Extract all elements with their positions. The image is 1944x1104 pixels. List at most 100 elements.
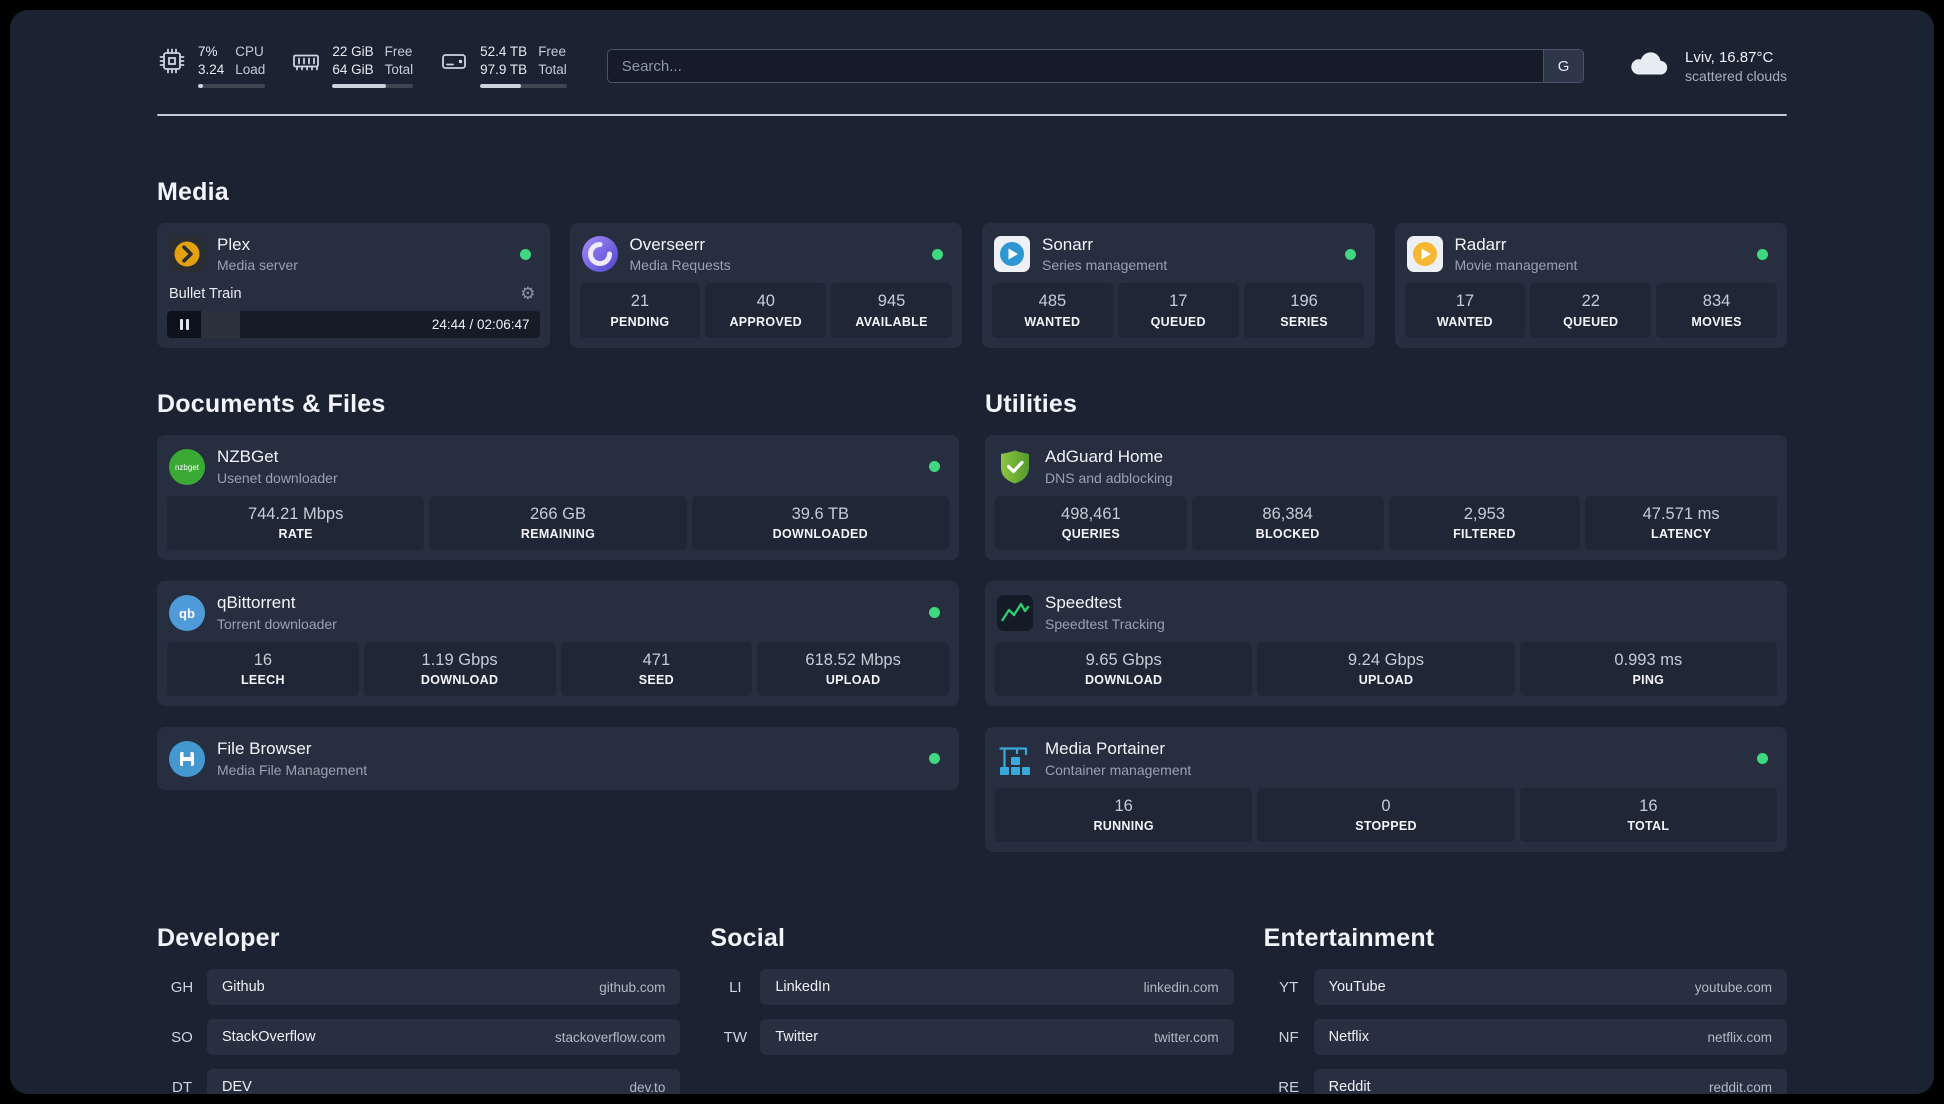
app-name: NZBGet — [217, 447, 279, 467]
playback-time: 24:44 / 02:06:47 — [431, 317, 530, 333]
stat-tile: 16 RUNNING — [995, 787, 1253, 843]
stat-tile: 16 LEECH — [167, 641, 359, 697]
app-subtitle: Series management — [1042, 257, 1168, 274]
memory-progress-bar — [332, 84, 414, 89]
stat-label: SEED — [638, 673, 674, 688]
app-subtitle: Movie management — [1454, 257, 1578, 274]
sonarr-icon — [994, 236, 1030, 273]
search-input[interactable] — [607, 50, 1544, 83]
stat-label: QUEUED — [1563, 315, 1619, 330]
dashboard-page: 7% 3.24 CPU Load 22 GiB 64 GiB Free Tota… — [10, 10, 1934, 1094]
stat-value: 618.52 Mbps — [805, 650, 901, 669]
stat-tile: 9.24 Gbps UPLOAD — [1257, 641, 1515, 697]
bookmark-linkedin[interactable]: LI LinkedIn linkedin.com — [710, 969, 1234, 1006]
stat-label: APPROVED — [729, 315, 803, 330]
pause-button[interactable] — [167, 311, 201, 339]
stat-label: QUERIES — [1061, 527, 1121, 542]
stat-label: PENDING — [610, 315, 670, 330]
service-card-qbittorrent[interactable]: qb qBittorrent Torrent downloader 16 LEEC… — [157, 581, 959, 707]
bookmark-domain: dev.to — [629, 1079, 666, 1094]
bookmark-abbr: GH — [170, 978, 194, 996]
app-name: qBittorrent — [217, 593, 296, 613]
stat-label: QUEUED — [1150, 315, 1206, 330]
service-card-radarr[interactable]: Radarr Movie management 17 WANTED 22 QUEUE… — [1394, 223, 1787, 349]
app-name: Overseerr — [629, 235, 706, 255]
bookmark-name: Github — [222, 979, 265, 996]
app-name: AdGuard Home — [1045, 447, 1164, 467]
status-dot — [929, 753, 940, 765]
stat-tile: 196 SERIES — [1243, 283, 1365, 339]
bookmark-twitter[interactable]: TW Twitter twitter.com — [710, 1019, 1234, 1056]
memory-label-bottom: Total — [384, 61, 414, 77]
cpu-load: 3.24 — [198, 61, 225, 77]
service-card-nzbget[interactable]: nzbget NZBGet Usenet downloader 744.21 M… — [157, 435, 959, 561]
stat-tile: 21 PENDING — [579, 283, 701, 339]
stat-value: 471 — [642, 650, 671, 669]
app-name: Radarr — [1454, 235, 1507, 255]
app-subtitle: Container management — [1045, 761, 1192, 778]
bookmark-youtube[interactable]: YT YouTube youtube.com — [1264, 969, 1787, 1006]
disk-labels: Free Total — [538, 44, 567, 77]
status-dot — [519, 248, 531, 260]
disk-free: 52.4 TB — [480, 44, 528, 59]
bookmark-stackoverflow[interactable]: SO StackOverflow stackoverflow.com — [157, 1019, 681, 1056]
search-bar: G — [606, 49, 1585, 84]
bookmark-dev[interactable]: DT DEV dev.to — [157, 1069, 681, 1094]
stat-tile: 0.993 ms PING — [1519, 641, 1777, 697]
service-card-overseerr[interactable]: Overseerr Media Requests 21 PENDING 40 APP… — [569, 223, 962, 349]
bookmark-reddit[interactable]: RE Reddit reddit.com — [1264, 1069, 1787, 1094]
disk-label-bottom: Total — [538, 61, 567, 77]
disk-progress-bar — [480, 84, 567, 89]
stat-value: 0 — [1381, 796, 1391, 815]
stat-value: 17 — [1169, 292, 1188, 311]
service-card-portainer[interactable]: Media Portainer Container management 16 R… — [985, 727, 1787, 853]
memory-free: 22 GiB — [332, 44, 374, 59]
stat-label: SERIES — [1280, 315, 1328, 330]
service-card-adguard[interactable]: AdGuard Home DNS and adblocking 498,461 Q… — [985, 435, 1787, 561]
nzbget-icon: nzbget — [169, 448, 205, 485]
stat-label: STOPPED — [1355, 819, 1417, 834]
bookmark-abbr: RE — [1278, 1078, 1300, 1094]
section-title-social: Social — [710, 924, 786, 953]
stat-tile: 945 AVAILABLE — [831, 283, 952, 339]
stat-value: 16 — [253, 650, 273, 669]
search-provider-button[interactable]: G — [1543, 50, 1584, 83]
stat-label: DOWNLOADED — [772, 527, 868, 542]
cpu-widget: 7% 3.24 CPU Load — [157, 44, 266, 89]
gear-icon[interactable]: ⚙ — [520, 285, 535, 302]
stat-label: BLOCKED — [1255, 527, 1320, 542]
cpu-label-bottom: Load — [235, 61, 266, 77]
disk-values: 52.4 TB 97.9 TB — [480, 44, 527, 77]
speedtest-icon — [997, 594, 1033, 631]
bookmark-abbr: DT — [172, 1078, 192, 1094]
stat-value: 21 — [630, 292, 650, 311]
bookmark-abbr: LI — [729, 978, 742, 996]
cloud-icon — [1628, 48, 1672, 84]
bookmark-group-developer: Developer GH Github github.com SO StackOv… — [157, 924, 681, 1094]
service-card-sonarr[interactable]: Sonarr Series management 485 WANTED 17 QUE… — [982, 223, 1375, 349]
app-subtitle: DNS and adblocking — [1045, 469, 1173, 486]
service-card-plex[interactable]: Plex Media server Bullet Train ⚙ 24:44 /… — [157, 223, 550, 349]
cpu-usage: 7% — [198, 44, 218, 59]
bookmark-github[interactable]: GH Github github.com — [157, 969, 681, 1006]
stat-value: 1.19 Gbps — [421, 650, 498, 669]
stat-value: 2,953 — [1463, 504, 1506, 523]
bookmark-netflix[interactable]: NF Netflix netflix.com — [1264, 1019, 1787, 1056]
stat-value: 196 — [1290, 292, 1318, 311]
cpu-labels: CPU Load — [235, 44, 265, 77]
disk-total: 97.9 TB — [480, 61, 528, 77]
memory-icon — [291, 46, 321, 76]
weather-widget: Lviv, 16.87°C scattered clouds — [1628, 48, 1787, 84]
stat-value: 945 — [877, 292, 906, 311]
stat-label: FILTERED — [1453, 527, 1516, 542]
service-card-filebrowser[interactable]: File Browser Media File Management — [157, 727, 959, 790]
stat-value: 0.993 ms — [1614, 650, 1683, 669]
stat-tile: 618.52 Mbps UPLOAD — [757, 641, 949, 697]
section-title-files: Documents & Files — [157, 390, 386, 419]
radarr-icon — [1406, 236, 1443, 273]
playback-progress-bar[interactable]: 24:44 / 02:06:47 — [167, 311, 540, 339]
bookmark-domain: github.com — [599, 979, 666, 995]
status-dot — [1757, 248, 1768, 260]
service-card-speedtest[interactable]: Speedtest Speedtest Tracking 9.65 Gbps DO… — [985, 581, 1787, 707]
stat-label: REMAINING — [520, 527, 596, 542]
